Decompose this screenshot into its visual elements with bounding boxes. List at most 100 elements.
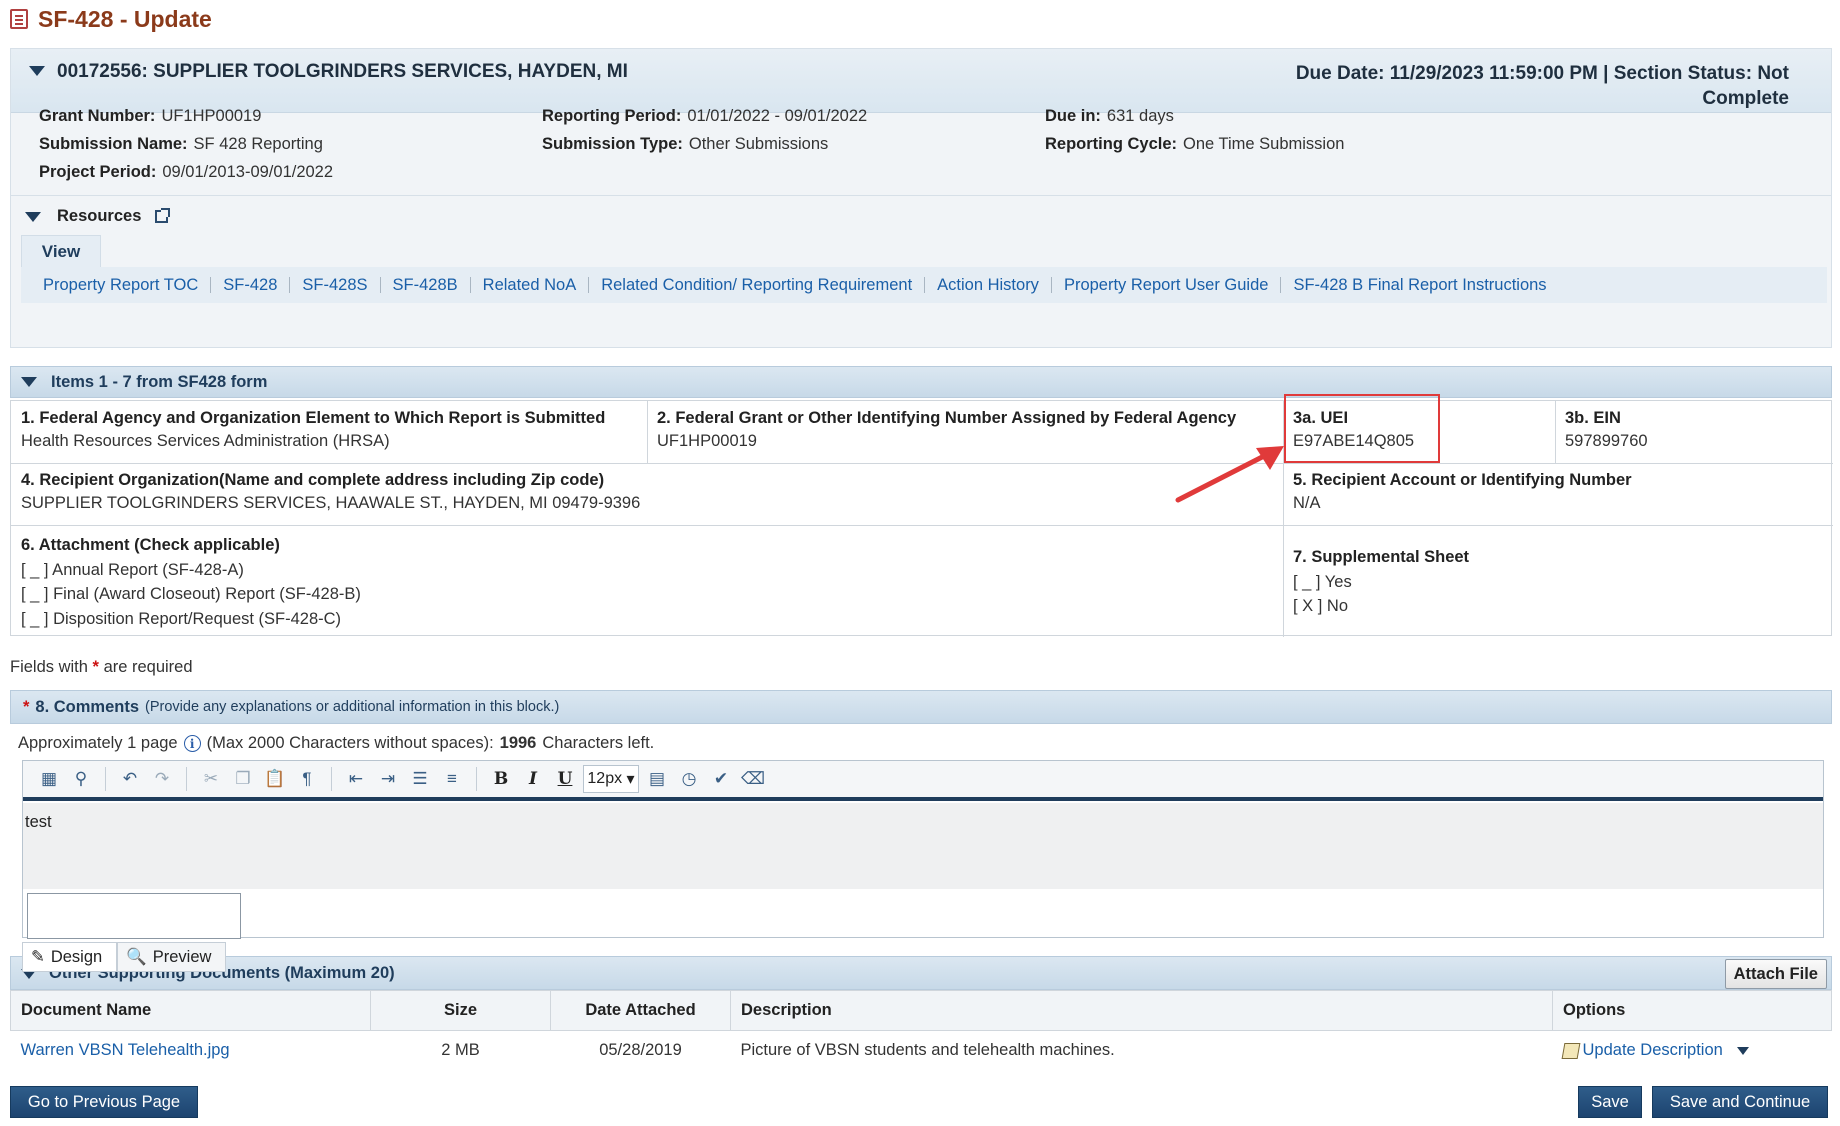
magnifier-icon: 🔍	[126, 947, 147, 966]
divider	[105, 767, 106, 791]
items-section-title: Items 1 - 7 from SF428 form	[51, 372, 268, 391]
outdent-icon[interactable]: ⇤	[342, 765, 370, 793]
item-7: 7. Supplemental Sheet [ _ ] Yes [ X ] No	[1283, 537, 1833, 627]
paste-icon[interactable]: 📋	[261, 765, 289, 793]
link-related-condition[interactable]: Related Condition/ Reporting Requirement	[589, 277, 926, 293]
collapse-triangle-icon[interactable]	[29, 66, 45, 76]
submission-header-bar: 00172556: SUPPLIER TOOLGRINDERS SERVICES…	[11, 49, 1831, 113]
column-header: Description	[730, 990, 1553, 1031]
save-button[interactable]: Save	[1578, 1086, 1642, 1118]
link-user-guide[interactable]: Property Report User Guide	[1052, 277, 1282, 293]
items-grid: 1. Federal Agency and Organization Eleme…	[10, 400, 1833, 639]
link-sf-428b[interactable]: SF-428B	[381, 277, 471, 293]
info-icon[interactable]: i	[183, 735, 201, 752]
bullet-list-icon[interactable]: ☰	[406, 765, 434, 793]
link-sf-428[interactable]: SF-428	[211, 277, 291, 293]
due-date-status: Due Date: 11/29/2023 11:59:00 PM | Secti…	[1295, 63, 1789, 109]
update-description-link[interactable]: Update Description	[1583, 1041, 1723, 1059]
document-description: Picture of VBSN students and telehealth …	[740, 1041, 1115, 1060]
comments-section-bar: * 8. Comments (Provide any explanations …	[10, 690, 1832, 724]
item-6-option: [ _ ] Annual Report (SF-428-A)	[21, 560, 244, 579]
document-link[interactable]: Warren VBSN Telehealth.jpg	[21, 1041, 230, 1059]
font-size-select[interactable]: 12px ▾	[583, 765, 639, 793]
resources-toggle[interactable]: Resources	[25, 207, 171, 226]
column-header: Date Attached	[550, 990, 731, 1031]
link-related-noa[interactable]: Related NoA	[471, 277, 590, 293]
find-replace-icon[interactable]: ⚲	[67, 765, 95, 793]
item-7-option: [ X ] No	[1293, 597, 1349, 615]
document-date: 05/28/2019	[599, 1041, 682, 1060]
item-7-option: [ _ ] Yes	[1293, 572, 1352, 591]
required-note: Fields with * are required	[10, 658, 193, 676]
rich-text-editor: ▦ ⚲ ↶ ↷ ✂ ❐ 📋 ¶ ⇤ ⇥ ☰ ≡ B I U 12px ▾ ▤ ◷…	[22, 760, 1824, 939]
resources-label: Resources	[57, 207, 142, 225]
item-3b-ein: 3b. EIN 597899760	[1565, 409, 1648, 450]
reporting-cycle: Reporting Cycle: One Time Submission	[1045, 135, 1345, 153]
character-counter: Approximately 1 page i (Max 2000 Charact…	[18, 734, 655, 752]
link-sf-428s[interactable]: SF-428S	[290, 277, 381, 293]
comments-hint: (Provide any explanations or additional …	[145, 699, 560, 715]
paragraph-icon[interactable]: ¶	[293, 765, 321, 793]
redo-icon[interactable]: ↷	[148, 765, 176, 793]
divider	[331, 767, 332, 791]
spellcheck-icon[interactable]: ✔	[707, 765, 735, 793]
save-and-continue-button[interactable]: Save and Continue	[1652, 1086, 1828, 1118]
tab-view[interactable]: View	[21, 235, 101, 267]
column-header: Document Name	[10, 990, 371, 1031]
resource-links: Property Report TOC SF-428 SF-428S SF-42…	[21, 267, 1827, 303]
tab-preview[interactable]: 🔍 Preview	[117, 942, 227, 972]
editor-toolbar: ▦ ⚲ ↶ ↷ ✂ ❐ 📋 ¶ ⇤ ⇥ ☰ ≡ B I U 12px ▾ ▤ ◷…	[23, 761, 1823, 801]
document-options: Update Description	[1553, 1031, 1832, 1071]
insert-table-icon[interactable]: ▤	[643, 765, 671, 793]
column-header: Options	[1552, 990, 1832, 1031]
divider	[11, 195, 1831, 196]
link-property-report-toc[interactable]: Property Report TOC	[43, 277, 212, 293]
clipboard-icon	[10, 9, 28, 29]
divider	[476, 767, 477, 791]
go-to-previous-page-button[interactable]: Go to Previous Page	[10, 1086, 198, 1118]
divider	[186, 767, 187, 791]
clear-format-icon[interactable]: ⌫	[739, 765, 767, 793]
page-header: SF-428 - Update	[10, 4, 212, 34]
cut-icon[interactable]: ✂	[197, 765, 225, 793]
documents-section-bar: Other Supporting Documents (Maximum 20) …	[10, 956, 1832, 990]
chevron-down-icon[interactable]	[1736, 1046, 1749, 1055]
bold-icon[interactable]: B	[487, 765, 515, 793]
item-6: 6. Attachment (Check applicable) [ _ ] A…	[11, 525, 1283, 639]
table-row: Warren VBSN Telehealth.jpg 2 MB 05/28/20…	[11, 1031, 1832, 1071]
link-action-history[interactable]: Action History	[925, 277, 1052, 293]
link-final-report-instructions[interactable]: SF-428 B Final Report Instructions	[1281, 277, 1558, 294]
divider	[11, 525, 1833, 526]
select-all-icon[interactable]: ▦	[35, 765, 63, 793]
resize-textarea[interactable]	[27, 893, 241, 939]
divider	[11, 463, 1833, 464]
document-name-cell: Warren VBSN Telehealth.jpg	[11, 1031, 371, 1071]
page: SF-428 - Update 00172556: SUPPLIER TOOLG…	[0, 0, 1840, 1126]
external-link-icon[interactable]	[155, 208, 171, 223]
item-5: 5. Recipient Account or Identifying Numb…	[1293, 471, 1632, 512]
item-6-option: [ _ ] Disposition Report/Request (SF-428…	[21, 609, 342, 628]
collapse-triangle-icon[interactable]	[21, 377, 37, 387]
uei-highlight-box	[1284, 394, 1440, 463]
column-header: Size	[370, 990, 551, 1031]
page-title: SF-428 - Update	[38, 5, 212, 32]
tab-design[interactable]: ✎ Design	[22, 942, 118, 972]
clock-icon[interactable]: ◷	[675, 765, 703, 793]
items-section-bar: Items 1 - 7 from SF428 form	[10, 366, 1832, 398]
document-size: 2 MB	[441, 1041, 480, 1060]
copy-icon[interactable]: ❐	[229, 765, 257, 793]
comments-editor-input[interactable]: test	[23, 803, 1823, 889]
italic-icon[interactable]: I	[519, 765, 547, 793]
attach-file-button[interactable]: Attach File	[1724, 959, 1827, 989]
undo-icon[interactable]: ↶	[116, 765, 144, 793]
submission-type: Submission Type: Other Submissions	[542, 135, 829, 153]
grant-number: Grant Number: UF1HP00019	[39, 107, 262, 125]
numbered-list-icon[interactable]: ≡	[438, 765, 466, 793]
indent-icon[interactable]: ⇥	[374, 765, 402, 793]
required-star-icon: *	[23, 697, 30, 716]
organization-title: 00172556: SUPPLIER TOOLGRINDERS SERVICES…	[57, 61, 628, 82]
item-1: 1. Federal Agency and Organization Eleme…	[21, 409, 606, 450]
underline-icon[interactable]: U	[551, 765, 579, 793]
item-6-option: [ _ ] Final (Award Closeout) Report (SF-…	[21, 585, 361, 603]
collapse-triangle-icon[interactable]	[25, 211, 41, 222]
